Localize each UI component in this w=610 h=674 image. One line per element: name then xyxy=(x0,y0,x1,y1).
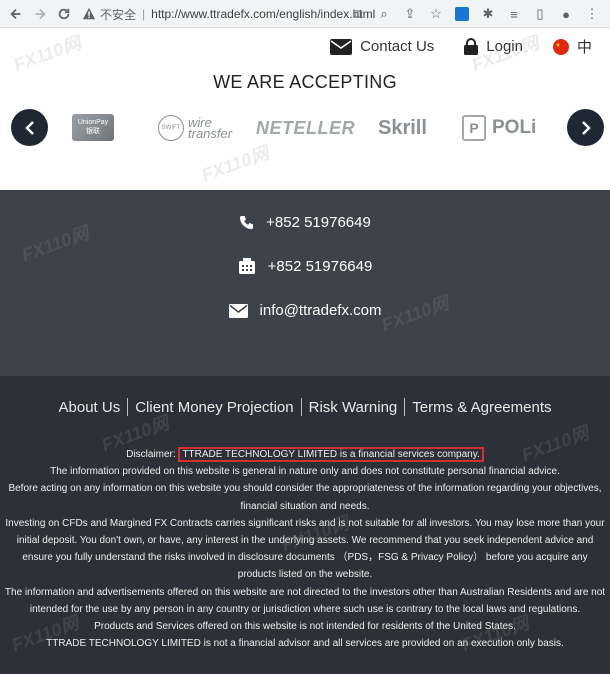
disclaimer-p3: Investing on CFDs and Margined FX Contra… xyxy=(5,517,605,581)
unionpay-logo: UnionPay 银联 xyxy=(72,114,114,141)
disclaimer-p2: Before acting on any information on this… xyxy=(8,483,602,512)
forward-icon[interactable] xyxy=(28,2,52,26)
profile-icon[interactable]: ● xyxy=(556,4,576,24)
poli-logo: P POLi xyxy=(462,114,536,142)
swift-logo: SWIFT xyxy=(158,115,184,141)
puzzle-icon[interactable]: ✱ xyxy=(478,4,498,24)
footer-links: About Us Client Money Projection Risk Wa… xyxy=(0,398,610,416)
wire-transfer-text: wire transfer xyxy=(188,115,233,141)
disclaimer-heading: Disclaimer: TTRADE TECHNOLOGY LIMITED is… xyxy=(4,446,606,463)
phone-row: +852 51976649 xyxy=(0,214,610,231)
address-bar[interactable]: 不安全 | http://www.ttradefx.com/english/in… xyxy=(82,3,382,25)
poli-mark: P xyxy=(462,115,486,141)
login-link[interactable]: Login xyxy=(464,38,523,55)
poli-text: POLi xyxy=(492,117,537,138)
warning-icon xyxy=(82,7,96,20)
disclaimer-label: Disclaimer: xyxy=(126,449,176,460)
sidepanel-icon[interactable]: ▯ xyxy=(530,4,550,24)
unionpay-logo-text: UnionPay xyxy=(77,119,109,126)
accepting-title: WE ARE ACCEPTING xyxy=(213,72,397,92)
footer: About Us Client Money Projection Risk Wa… xyxy=(0,376,610,674)
phone-icon xyxy=(240,215,254,230)
email-row: info@ttradefx.com xyxy=(0,302,610,319)
reading-list-icon[interactable]: ≡ xyxy=(504,4,524,24)
zoom-icon[interactable]: ⌕ xyxy=(374,4,394,24)
translate-icon[interactable]: ⧉ xyxy=(348,4,368,24)
chevron-right-icon xyxy=(581,120,591,135)
lock-icon xyxy=(464,38,479,55)
disclaimer-p5: Products and Services offered on this we… xyxy=(94,621,516,633)
phone-number[interactable]: +852 51976649 xyxy=(266,214,371,231)
menu-icon[interactable]: ⋮ xyxy=(582,4,602,24)
contact-us-link[interactable]: Contact Us xyxy=(330,38,434,55)
share-icon[interactable]: ⇪ xyxy=(400,4,420,24)
email-address[interactable]: info@ttradefx.com xyxy=(260,302,382,319)
wire-transfer-logo: SWIFT wire transfer xyxy=(158,114,232,142)
carousel-next-button[interactable] xyxy=(567,109,604,146)
security-label: 不安全 xyxy=(100,7,137,22)
extensions: ⧉ ⌕ ⇪ ☆ ✱ ≡ ▯ ● ⋮ xyxy=(348,4,602,24)
extension-s-icon[interactable] xyxy=(452,4,472,24)
contact-us-label: Contact Us xyxy=(360,38,435,55)
reload-icon[interactable] xyxy=(52,2,76,26)
disclaimer-p4: The information and advertisements offer… xyxy=(4,586,606,615)
skrill-logo: Skrill xyxy=(378,116,427,139)
fax-number: +852 51976649 xyxy=(267,257,373,275)
fax-icon xyxy=(238,258,255,274)
contact-section: +852 51976649 +852 51976649 info@ttradef… xyxy=(0,190,610,376)
carousel-prev-button[interactable] xyxy=(11,109,48,146)
url-text[interactable]: http://www.ttradefx.com/english/index.ht… xyxy=(151,7,375,21)
login-label: Login xyxy=(486,38,523,55)
language-switch[interactable]: 中 xyxy=(552,36,592,57)
unionpay-logo-cn: 银联 xyxy=(86,128,100,135)
bookmark-star-icon[interactable]: ☆ xyxy=(426,4,446,24)
neteller-logo: NETELLER xyxy=(256,117,356,138)
browser-toolbar: 不安全 | http://www.ttradefx.com/english/in… xyxy=(0,0,610,28)
envelope-icon xyxy=(330,38,353,55)
footer-link-about-us[interactable]: About Us xyxy=(52,399,128,416)
fax-row: +852 51976649 xyxy=(0,257,610,275)
china-flag-icon xyxy=(552,38,569,55)
disclaimer-highlight: TTRADE TECHNOLOGY LIMITED is a financial… xyxy=(178,447,484,462)
disclaimer-p6: TTRADE TECHNOLOGY LIMITED is not a finan… xyxy=(46,638,564,650)
disclaimer-p1: The information provided on this website… xyxy=(50,466,560,478)
top-navigation: Contact Us Login 中 xyxy=(330,36,592,57)
language-label: 中 xyxy=(576,39,592,56)
disclaimer: Disclaimer: TTRADE TECHNOLOGY LIMITED is… xyxy=(4,446,606,652)
back-icon[interactable] xyxy=(4,2,28,26)
payment-carousel: UnionPay 银联 SWIFT wire transfer NETELLER … xyxy=(0,108,610,148)
footer-link-client-money[interactable]: Client Money Projection xyxy=(128,399,300,416)
footer-link-terms[interactable]: Terms & Agreements xyxy=(405,399,558,416)
watermark: FX110网 xyxy=(11,32,84,76)
address-separator: | xyxy=(142,7,146,21)
chevron-left-icon xyxy=(24,120,34,135)
footer-link-risk-warning[interactable]: Risk Warning xyxy=(302,399,405,416)
mail-icon xyxy=(228,303,248,318)
